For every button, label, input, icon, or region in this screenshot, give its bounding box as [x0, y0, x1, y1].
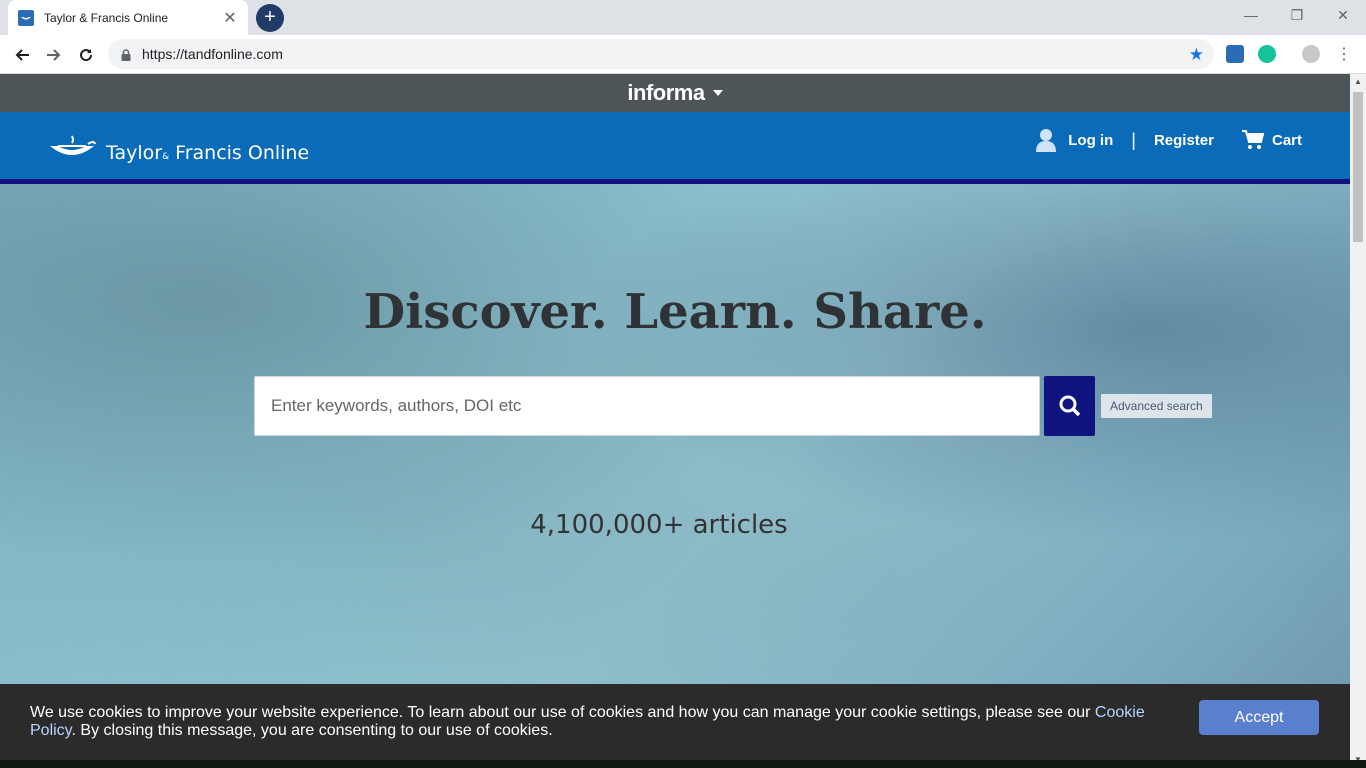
tab-title: Taylor & Francis Online [44, 10, 169, 25]
register-link[interactable]: Register [1154, 132, 1214, 149]
scroll-up-arrow-icon[interactable]: ▲ [1350, 74, 1366, 90]
search-button[interactable] [1044, 376, 1095, 436]
back-arrow-icon [15, 49, 29, 61]
extension-s-icon[interactable] [1226, 45, 1244, 63]
tandf-logo[interactable]: Taylor& Francis Online [48, 130, 309, 164]
login-link[interactable]: Log in [1036, 128, 1113, 152]
cart-link[interactable]: Cart [1241, 130, 1302, 150]
page-scrollbar[interactable]: ▲ ▼ [1350, 74, 1366, 768]
cart-icon [1241, 130, 1264, 149]
header-nav: Log in | Register Cart [1036, 128, 1302, 152]
advanced-search-link[interactable]: Advanced search [1101, 394, 1212, 418]
tab-close-icon[interactable]: ✕ [222, 8, 238, 28]
informa-bar: informa [0, 74, 1350, 112]
informa-logo[interactable]: informa [627, 80, 705, 106]
search-input[interactable] [254, 376, 1040, 436]
new-tab-button[interactable]: + [256, 4, 284, 32]
restore-button[interactable]: ❐ [1274, 0, 1320, 30]
register-label: Register [1153, 131, 1214, 149]
tandf-favicon-icon [18, 9, 34, 26]
bookmark-star-icon[interactable]: ★ [1189, 45, 1204, 65]
cart-label: Cart [1271, 131, 1302, 149]
page: informa Taylor& Francis Online Log in | … [0, 74, 1350, 768]
address-bar[interactable]: https://tandfonline.com ★ [108, 39, 1214, 69]
search-icon [1059, 395, 1080, 417]
reload-button[interactable] [72, 41, 100, 69]
login-label: Log in [1068, 131, 1114, 149]
site-header: Taylor& Francis Online Log in | Register… [0, 112, 1350, 184]
cookie-banner: We use cookies to improve your website e… [0, 684, 1350, 760]
scroll-thumb[interactable] [1353, 92, 1363, 242]
brand-francis-online: Francis Online [175, 142, 310, 164]
browser-tabstrip: Taylor & Francis Online ✕ + — ❐ ✕ [0, 0, 1366, 35]
url-text: https://tandfonline.com [142, 46, 283, 62]
search-form: Advanced search [254, 376, 1212, 436]
accept-cookies-button[interactable]: Accept [1199, 700, 1319, 735]
user-icon [1036, 129, 1057, 152]
browser-menu-icon[interactable]: ⋮ [1336, 44, 1352, 64]
hero-section: Discover. Learn. Share. Advanced search … [0, 184, 1350, 763]
browser-tab[interactable]: Taylor & Francis Online ✕ [8, 0, 248, 35]
profile-avatar-icon[interactable] [1302, 45, 1320, 63]
grammarly-icon[interactable] [1258, 45, 1276, 63]
cookie-message: We use cookies to improve your website e… [30, 704, 1180, 740]
browser-toolbar: https://tandfonline.com ★ ⋮ [0, 35, 1366, 74]
brand-taylor: Taylor [106, 142, 163, 164]
cookie-text-after: . By closing this message, you are conse… [71, 722, 553, 739]
articles-count: 4,100,000+ articles [530, 510, 788, 540]
lamp-logo-icon [50, 135, 96, 155]
forward-button[interactable] [40, 41, 68, 69]
back-button[interactable] [8, 41, 36, 69]
reload-icon [80, 49, 93, 62]
close-window-button[interactable]: ✕ [1320, 0, 1366, 30]
os-taskbar [0, 760, 1366, 768]
informa-dropdown-caret-icon[interactable] [712, 90, 723, 96]
window-controls: — ❐ ✕ [1228, 0, 1366, 30]
forward-arrow-icon [47, 49, 61, 61]
hero-title: Discover. Learn. Share. [363, 284, 987, 340]
lock-icon [120, 48, 132, 61]
brand-name: Taylor& Francis Online [106, 142, 309, 164]
brand-amp: & [162, 152, 170, 162]
nav-divider: | [1131, 129, 1136, 150]
hero-background-image [0, 184, 1350, 763]
cookie-text-before: We use cookies to improve your website e… [30, 704, 1095, 721]
minimize-button[interactable]: — [1228, 0, 1274, 30]
